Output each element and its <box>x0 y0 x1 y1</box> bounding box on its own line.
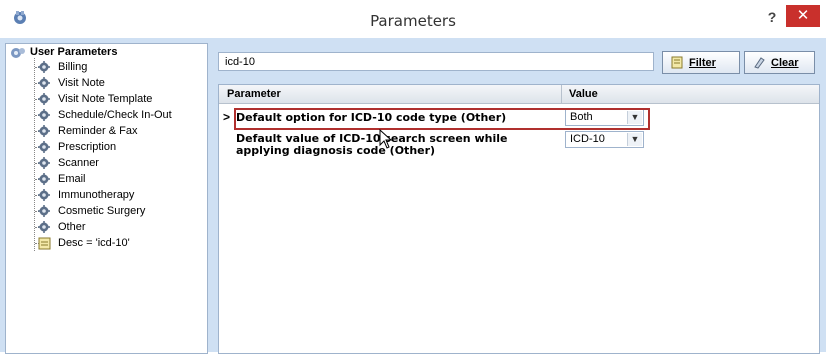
column-header-parameter[interactable]: Parameter <box>227 88 281 100</box>
tree-item-label: Visit Note <box>58 77 105 89</box>
parameter-panel: icd-10 Filter Clear Parameter Value > De… <box>213 43 826 354</box>
gear-icon <box>38 157 50 169</box>
tree-item-label: Billing <box>58 61 88 73</box>
mouse-cursor-icon <box>379 129 393 149</box>
parameter-name: Default value of ICD-10 search screen wh… <box>236 132 508 157</box>
filter-button-label: Filter <box>689 57 716 69</box>
gear-icon <box>38 93 50 105</box>
tree-item-label: Prescription <box>58 141 117 153</box>
tree-item-label: Reminder & Fax <box>58 125 138 137</box>
current-row-indicator: > <box>223 110 231 124</box>
search-input[interactable]: icd-10 <box>218 52 654 71</box>
parameter-tree: User Parameters Billing Visit Note Visit N… <box>5 43 208 354</box>
gear-icon <box>38 205 50 217</box>
value-select[interactable]: ICD-10 ▼ <box>565 131 644 148</box>
tree-item-label: Desc = 'icd-10' <box>58 237 130 249</box>
window-title: Parameters <box>370 12 456 30</box>
help-button[interactable]: ? <box>762 6 782 28</box>
filter-note-icon <box>38 237 51 250</box>
close-button[interactable]: ✕ <box>786 5 820 27</box>
clear-button-label: Clear <box>771 57 799 69</box>
clear-button[interactable]: Clear <box>744 51 815 74</box>
tree-item-label: Other <box>58 221 86 233</box>
tree-item-label: Cosmetic Surgery <box>58 205 146 217</box>
users-gear-icon <box>11 48 25 58</box>
gear-icon <box>38 141 50 153</box>
title-bar: Parameters ? ✕ <box>0 0 826 38</box>
column-header-value[interactable]: Value <box>569 88 598 100</box>
tree-item-label: Email <box>58 173 86 185</box>
filter-button[interactable]: Filter <box>662 51 740 74</box>
grid-row[interactable]: Default value of ICD-10 search screen wh… <box>219 129 819 159</box>
chevron-down-icon[interactable]: ▼ <box>627 133 642 146</box>
highlight-box <box>234 108 650 130</box>
filter-icon <box>671 56 683 69</box>
gear-icon <box>38 221 50 233</box>
dialog-body: User Parameters Billing Visit Note Visit N… <box>0 38 826 354</box>
gear-icon <box>38 189 50 201</box>
gear-icon <box>38 109 50 121</box>
gear-icon <box>38 61 50 73</box>
parameters-grid: Parameter Value > Default option for ICD… <box>218 84 820 354</box>
gear-icon <box>38 173 50 185</box>
column-divider[interactable] <box>561 85 562 103</box>
eraser-icon <box>754 57 765 69</box>
value-select-text: ICD-10 <box>570 133 605 145</box>
gear-icon <box>38 77 50 89</box>
gear-icon <box>38 125 50 137</box>
grid-header: Parameter Value <box>219 85 819 104</box>
tree-item-label: Schedule/Check In-Out <box>58 109 172 121</box>
tree-item-label: Visit Note Template <box>58 93 153 105</box>
tree-root-label: User Parameters <box>30 46 118 58</box>
tree-item-label: Immunotherapy <box>58 189 135 201</box>
tree-guide-line <box>34 58 36 251</box>
tree-item-label: Scanner <box>58 157 99 169</box>
